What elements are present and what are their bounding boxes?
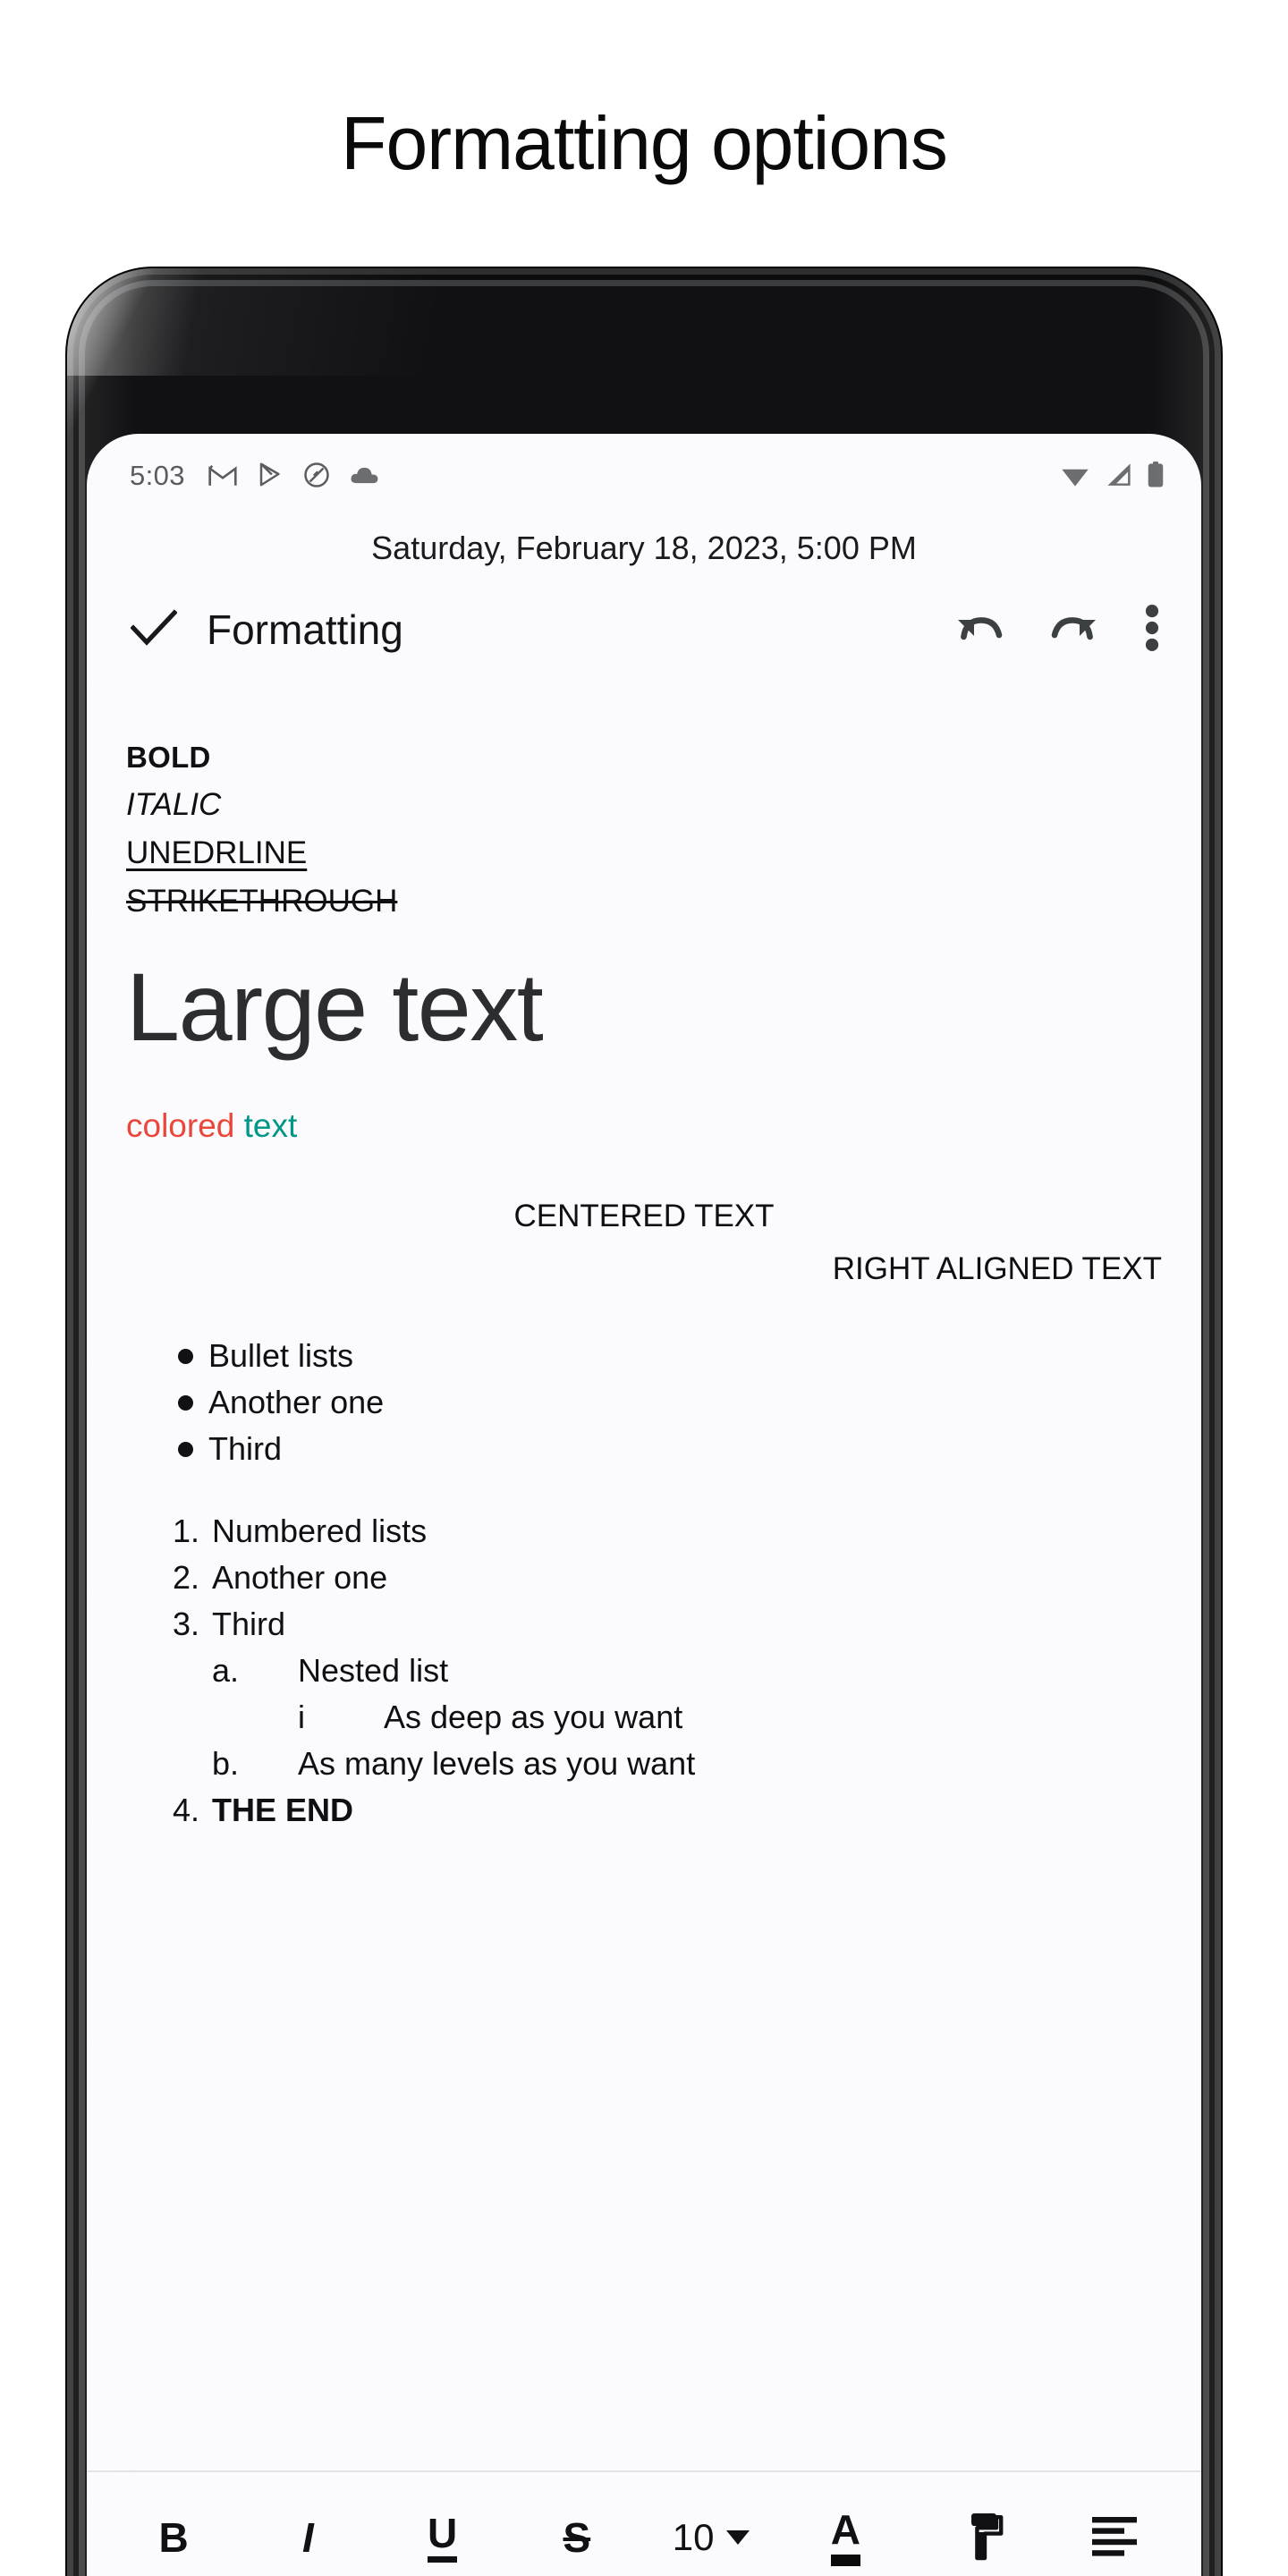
- underline-label: U: [428, 2512, 458, 2563]
- sample-bold: BOLD: [126, 741, 211, 775]
- sample-italic: ITALIC: [126, 787, 222, 823]
- sample-strikethrough: STRIKETHROUGH: [126, 884, 398, 919]
- list-item: i As deep as you want: [126, 1694, 1162, 1741]
- align-left-icon: [1090, 2515, 1139, 2561]
- colored-word-red: colored: [126, 1107, 235, 1145]
- bold-button[interactable]: B: [106, 2472, 241, 2576]
- italic-button[interactable]: I: [241, 2472, 375, 2576]
- bold-label: B: [158, 2514, 189, 2561]
- sample-right-aligned-text: RIGHT ALIGNED TEXT: [832, 1251, 1162, 1287]
- colored-word-teal: text: [243, 1107, 298, 1145]
- list-item-label: Another one: [212, 1559, 388, 1596]
- list-item-label: As deep as you want: [384, 1699, 683, 1735]
- bullet-list: Bullet lists Another one Third: [126, 1333, 1162, 1472]
- sample-underline: UNEDRLINE: [126, 835, 308, 871]
- redo-button[interactable]: [1049, 607, 1099, 653]
- highlight-color-button[interactable]: [913, 2472, 1047, 2576]
- status-bar: 5:03: [87, 434, 1201, 516]
- list-marker: i: [298, 1699, 305, 1735]
- phone-mockup: 5:03 Saturday, February 18, 2023, 5:00 P…: [67, 268, 1221, 2576]
- font-size-value: 10: [672, 2516, 715, 2558]
- status-system-icons: [1060, 462, 1164, 488]
- gmail-icon: [208, 463, 237, 487]
- list-item: Another one: [126, 1379, 1162, 1426]
- note-timestamp: Saturday, February 18, 2023, 5:00 PM: [371, 530, 917, 566]
- list-item-label: As many levels as you want: [298, 1745, 696, 1782]
- app-bar: Formatting: [87, 576, 1201, 683]
- formatting-toolbar: B I U S 10 A: [87, 2470, 1201, 2576]
- list-marker: 2.: [173, 1559, 200, 1596]
- chevron-down-icon: [726, 2530, 750, 2545]
- list-item-label: Third: [208, 1430, 283, 1467]
- redo-icon: [1049, 616, 1099, 652]
- list-item: 1. Numbered lists: [126, 1508, 1162, 1555]
- bullet-marker: [126, 1433, 208, 1465]
- battery-icon: [1148, 462, 1164, 488]
- list-item-label: Numbered lists: [212, 1513, 428, 1549]
- phone-screen: 5:03 Saturday, February 18, 2023, 5:00 P…: [87, 434, 1201, 2576]
- status-notification-icons: [208, 462, 380, 488]
- text-color-button[interactable]: A: [778, 2472, 912, 2576]
- list-item: 2. Another one: [126, 1555, 1162, 1601]
- list-item-label: THE END: [212, 1792, 354, 1828]
- checkmark-icon: [130, 609, 178, 651]
- list-item: Bullet lists: [126, 1333, 1162, 1379]
- cloud-icon: [350, 464, 380, 486]
- note-title[interactable]: Formatting: [207, 609, 403, 650]
- font-size-selector[interactable]: 10: [644, 2472, 778, 2576]
- italic-label: I: [301, 2514, 314, 2561]
- strikethrough-button[interactable]: S: [510, 2472, 644, 2576]
- list-item-label: Bullet lists: [208, 1337, 354, 1374]
- text-color-label: A: [830, 2509, 860, 2566]
- bullet-marker: [126, 1386, 208, 1419]
- list-item-label: Nested list: [298, 1652, 449, 1689]
- overflow-menu-button[interactable]: [1144, 604, 1160, 656]
- numbered-list: 1. Numbered lists 2. Another one 3. Third a. Ne…: [126, 1508, 1162, 1834]
- cell-signal-icon: [1105, 462, 1133, 487]
- status-time: 5:03: [130, 459, 185, 491]
- list-marker: 4.: [173, 1792, 200, 1828]
- undo-icon: [954, 616, 1004, 652]
- list-item: b. As many levels as you want: [126, 1741, 1162, 1787]
- list-item: 3. Third: [126, 1601, 1162, 1648]
- underline-button[interactable]: U: [376, 2472, 510, 2576]
- sample-large-text: Large text: [126, 952, 544, 1061]
- note-body[interactable]: BOLD ITALIC UNEDRLINE STRIKETHROUGH Larg…: [87, 683, 1201, 1834]
- list-marker: a.: [212, 1652, 240, 1689]
- do-not-disturb-icon: [303, 462, 330, 488]
- wifi-icon: [1060, 462, 1090, 487]
- confirm-button[interactable]: [119, 609, 189, 651]
- list-marker: b.: [212, 1745, 240, 1782]
- sample-colored-text: colored text: [126, 1105, 1162, 1147]
- phone-top-shine: [67, 268, 1221, 376]
- list-item-label: Another one: [208, 1384, 385, 1420]
- app-bar-actions: [954, 604, 1167, 656]
- list-marker: 3.: [173, 1606, 200, 1642]
- undo-button[interactable]: [954, 607, 1004, 653]
- sample-centered-text: CENTERED TEXT: [513, 1199, 775, 1234]
- page-title: Formatting options: [341, 101, 948, 185]
- list-item: Third: [126, 1426, 1162, 1472]
- play-store-icon: [257, 462, 284, 488]
- more-vert-icon: [1144, 604, 1160, 655]
- paint-roller-icon: [955, 2511, 1005, 2565]
- alignment-button[interactable]: [1047, 2472, 1182, 2576]
- screenshot-root: Formatting options 5:03 Saturday, Februa…: [0, 0, 1288, 2576]
- bullet-marker: [126, 1340, 208, 1372]
- list-item: 4. THE END: [126, 1787, 1162, 1834]
- list-item-label: Third: [212, 1606, 286, 1642]
- list-marker: 1.: [173, 1513, 200, 1549]
- list-item: a. Nested list: [126, 1648, 1162, 1694]
- strikethrough-label: S: [563, 2514, 591, 2561]
